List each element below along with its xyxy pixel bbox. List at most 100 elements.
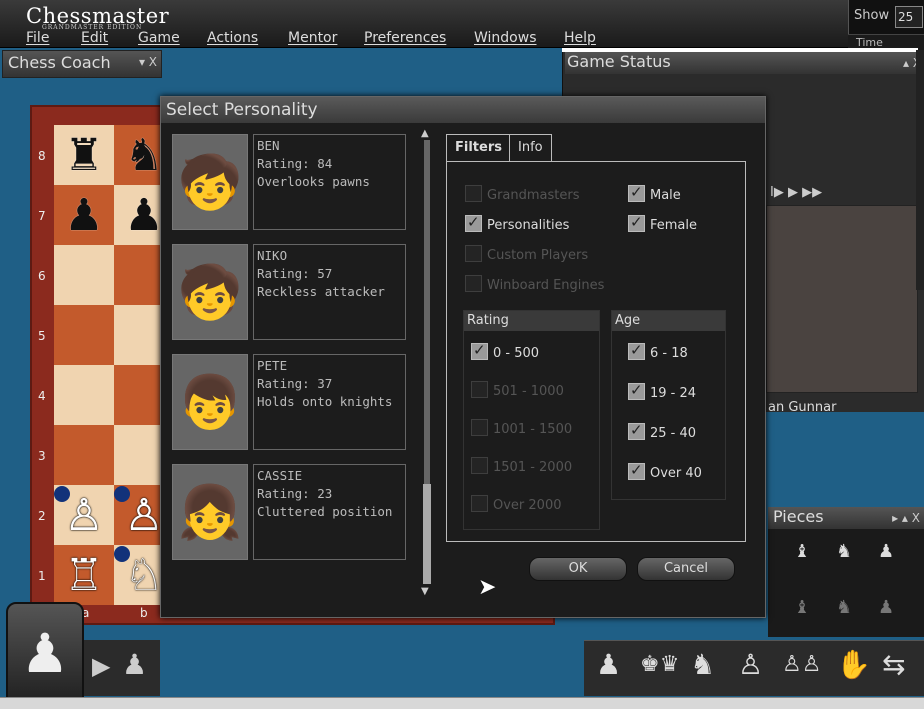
personality-desc: Holds onto knights xyxy=(257,394,393,409)
pawn-icon[interactable]: ♟ xyxy=(122,648,147,681)
white-knight-icon[interactable]: ♘ xyxy=(124,550,163,601)
age-over-40-checkbox[interactable] xyxy=(628,461,645,480)
show-panel: Show 25 xyxy=(848,0,924,34)
rating-over-2000-checkbox[interactable] xyxy=(471,495,488,512)
male-checkbox[interactable] xyxy=(628,183,645,202)
rating-0-500-checkbox[interactable] xyxy=(471,341,488,360)
ok-button[interactable]: OK xyxy=(529,557,627,581)
menu-preferences[interactable]: Preferences xyxy=(364,30,446,46)
menu-edit[interactable]: Edit xyxy=(81,30,108,46)
knight-icon[interactable]: ♞ xyxy=(836,541,852,562)
square-a5[interactable] xyxy=(54,305,114,365)
custom-players-checkbox[interactable] xyxy=(465,245,482,262)
scroll-thumb[interactable] xyxy=(423,484,431,584)
game-status-titlebar[interactable]: Game Status ▴ X xyxy=(565,52,924,74)
menu-mentor[interactable]: Mentor xyxy=(288,30,337,46)
move-hint-dot[interactable] xyxy=(114,546,130,562)
menu-file[interactable]: File xyxy=(26,30,49,46)
bishop-icon[interactable]: ♝ xyxy=(794,597,810,618)
personality-desc: Cluttered position xyxy=(257,504,393,519)
personality-item[interactable]: 👧 CASSIE Rating: 23 Cluttered position xyxy=(172,464,406,560)
pieces-set-icon[interactable]: ♚♛ xyxy=(640,652,679,677)
rank-label: 1 xyxy=(38,569,46,583)
white-pawn-icon[interactable]: ♙ xyxy=(64,490,103,541)
personality-name: CASSIE xyxy=(257,468,303,483)
age-19-24-checkbox[interactable] xyxy=(628,381,645,400)
female-checkbox[interactable] xyxy=(628,213,645,232)
bishop-icon[interactable]: ♝ xyxy=(794,541,810,562)
tab-info[interactable]: Info xyxy=(509,134,552,162)
personality-info: NIKO Rating: 57 Reckless attacker xyxy=(253,244,406,340)
chess-coach-controls[interactable]: ▾ X xyxy=(139,55,157,69)
rating-1001-1500-checkbox[interactable] xyxy=(471,419,488,436)
move-undo-icon[interactable]: ♙ xyxy=(738,648,763,681)
menu-help[interactable]: Help xyxy=(564,30,596,46)
white-pawn-icon[interactable]: ♙ xyxy=(124,490,163,541)
personality-item[interactable]: 🧒 NIKO Rating: 57 Reckless attacker xyxy=(172,244,406,340)
square-a3[interactable] xyxy=(54,425,114,485)
personality-scrollbar[interactable]: ▲ ▼ xyxy=(421,128,433,598)
rating-1501-2000-checkbox[interactable] xyxy=(471,457,488,474)
square-a4[interactable] xyxy=(54,365,114,425)
square-a8[interactable]: ♜ xyxy=(54,125,114,185)
personality-photo: 🧒 xyxy=(172,134,248,230)
cancel-button[interactable]: Cancel xyxy=(637,557,735,581)
move-navigation[interactable]: I▶ ▶ ▶▶ xyxy=(770,185,822,200)
winboard-engines-label: Winboard Engines xyxy=(487,278,605,293)
age-19-24-label: 19 - 24 xyxy=(650,386,697,401)
personality-rating: Rating: 23 xyxy=(257,486,333,501)
knight-icon[interactable]: ♞ xyxy=(836,597,852,618)
black-rook-icon[interactable]: ♜ xyxy=(64,130,103,181)
black-pawn-icon[interactable]: ♟ xyxy=(64,190,103,241)
knight-group-icon[interactable]: ♞ xyxy=(690,648,715,681)
personality-name: BEN xyxy=(257,138,280,153)
pawn-icon[interactable]: ♟ xyxy=(878,541,894,562)
tab-filters[interactable]: Filters xyxy=(446,134,511,162)
player-avatar[interactable]: ♟ xyxy=(6,602,84,702)
black-pawn-icon[interactable]: ♟ xyxy=(124,190,163,241)
hand-icon[interactable]: ✋ xyxy=(836,648,871,681)
personality-photo: 👧 xyxy=(172,464,248,560)
personality-item[interactable]: 👦 PETE Rating: 37 Holds onto knights xyxy=(172,354,406,450)
move-hint-dot[interactable] xyxy=(114,486,130,502)
flip-board-icon[interactable]: ⇆ xyxy=(882,648,905,681)
rating-501-1000-checkbox[interactable] xyxy=(471,381,488,398)
pieces-titlebar[interactable]: Pieces ▸ ▴ X xyxy=(768,507,924,529)
square-a6[interactable] xyxy=(54,245,114,305)
menu-actions[interactable]: Actions xyxy=(207,30,258,46)
personality-photo: 👦 xyxy=(172,354,248,450)
custom-players-label: Custom Players xyxy=(487,248,589,263)
age-25-40-label: 25 - 40 xyxy=(650,426,697,441)
menu-windows[interactable]: Windows xyxy=(474,30,537,46)
personality-item[interactable]: 🧒 BEN Rating: 84 Overlooks pawns xyxy=(172,134,406,230)
chess-coach-titlebar[interactable]: Chess Coach ▾ X xyxy=(2,50,162,78)
show-count-input[interactable]: 25 xyxy=(895,6,923,28)
square-a7[interactable]: ♟ xyxy=(54,185,114,245)
move-hint-dot[interactable] xyxy=(54,486,70,502)
rank-label: 7 xyxy=(38,209,46,223)
age-25-40-checkbox[interactable] xyxy=(628,421,645,440)
personality-info: CASSIE Rating: 23 Cluttered position xyxy=(253,464,406,560)
move-list[interactable] xyxy=(766,205,918,393)
scroll-up-icon[interactable]: ▲ xyxy=(421,128,429,139)
pawn-icon[interactable]: ♟ xyxy=(878,597,894,618)
winboard-engines-checkbox[interactable] xyxy=(465,275,482,292)
chess-board[interactable]: ♜ ♞ ♟ ♟ ♙ ♙ ♖ ♘ xyxy=(54,125,174,605)
white-rook-icon[interactable]: ♖ xyxy=(64,550,103,601)
rating-group-title: Rating xyxy=(464,311,599,331)
opponent-name: an Gunnar xyxy=(768,400,837,415)
pawn-row-icon[interactable]: ♙♙ xyxy=(782,652,821,677)
play-icon[interactable]: ▶ xyxy=(92,652,110,680)
grandmasters-checkbox[interactable] xyxy=(465,185,482,202)
age-6-18-checkbox[interactable] xyxy=(628,341,645,360)
pieces-controls[interactable]: ▸ ▴ X xyxy=(892,511,920,525)
scroll-down-icon[interactable]: ▼ xyxy=(421,586,429,597)
menu-game[interactable]: Game xyxy=(138,30,180,46)
age-over-40-label: Over 40 xyxy=(650,466,702,481)
personalities-label: Personalities xyxy=(487,218,570,233)
square-a1[interactable]: ♖ xyxy=(54,545,114,605)
dialog-title[interactable]: Select Personality xyxy=(161,97,765,123)
personalities-checkbox[interactable] xyxy=(465,213,482,232)
black-knight-icon[interactable]: ♞ xyxy=(124,130,163,181)
pawn-icon[interactable]: ♟ xyxy=(596,648,621,681)
